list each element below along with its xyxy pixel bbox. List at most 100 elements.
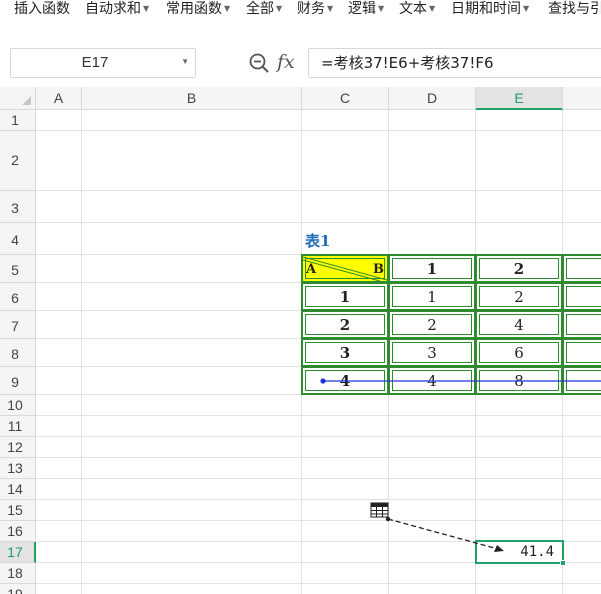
row-number: 7 — [11, 318, 19, 334]
menu-date-time[interactable]: 日期和时间 ▼ — [451, 0, 529, 20]
row-header-9[interactable]: 9 — [0, 367, 36, 395]
table-cell[interactable]: 1 — [388, 282, 476, 311]
cell-text: 2 — [514, 287, 524, 306]
menu-all[interactable]: 全部 ▼ — [246, 0, 282, 20]
column-header-a[interactable]: A — [36, 87, 82, 110]
caret-down-icon: ▼ — [224, 4, 231, 13]
row-header-14[interactable]: 14 — [0, 479, 36, 500]
menu-label: 日期和时间 — [451, 1, 521, 17]
table-row-header[interactable]: 3 — [301, 338, 389, 367]
table-col-header[interactable]: 2 — [475, 254, 563, 283]
row-header-17[interactable]: 17 — [0, 542, 36, 563]
menu-insert-function[interactable]: 插入函数 — [14, 0, 70, 20]
menu-label: 查找与引 — [548, 1, 601, 17]
row-header-6[interactable]: 6 — [0, 283, 36, 311]
table-cell[interactable] — [562, 338, 601, 367]
table-cell[interactable] — [562, 310, 601, 339]
grid-line — [36, 436, 601, 437]
select-all-corner[interactable] — [0, 87, 36, 110]
row-header-16[interactable]: 16 — [0, 521, 36, 542]
ribbon-menu: 插入函数 自动求和 ▼ 常用函数 ▼ 全部 ▼ 财务 ▼ 逻辑 ▼ 文本 ▼ 日期和时间 ▼ … — [0, 0, 601, 22]
column-header-c[interactable]: C — [302, 87, 389, 110]
menu-label: 逻辑 — [348, 1, 376, 17]
cell-reference: E17 — [81, 54, 109, 71]
table-title: 表1 — [305, 232, 331, 250]
table-cell[interactable]: 3 — [388, 338, 476, 367]
cell-text: 1 — [427, 287, 437, 306]
row-header-4[interactable]: 4 — [0, 223, 36, 255]
table-diagonal-header-cell[interactable]: A B — [301, 254, 389, 283]
row-header-12[interactable]: 12 — [0, 437, 36, 458]
cell-text: 4 — [339, 371, 351, 390]
table-row-header[interactable]: 4 — [301, 366, 389, 395]
fx-icon[interactable]: fx — [277, 49, 301, 75]
cell-text: 6 — [514, 343, 524, 362]
row-number: 14 — [7, 481, 23, 497]
grid-line — [36, 190, 601, 191]
column-header-d[interactable]: D — [389, 87, 476, 110]
caret-down-icon: ▼ — [276, 4, 283, 13]
formula-input[interactable]: =考核37!E6+考核37!F6 — [308, 48, 601, 78]
grid-line — [36, 478, 601, 479]
table-cell[interactable]: 4 — [475, 310, 563, 339]
caret-down-icon: ▼ — [378, 4, 385, 13]
caret-down-icon: ▼ — [327, 4, 334, 13]
grid-line — [36, 583, 601, 584]
row-header-7[interactable]: 7 — [0, 311, 36, 339]
row-header-13[interactable]: 13 — [0, 458, 36, 479]
grid-line — [36, 222, 601, 223]
chevron-down-icon[interactable]: ▼ — [181, 57, 189, 66]
row-header-11[interactable]: 11 — [0, 416, 36, 437]
menu-label: 插入函数 — [14, 1, 70, 17]
menu-text[interactable]: 文本 ▼ — [399, 0, 435, 20]
row-number: 3 — [11, 200, 19, 216]
column-header-b[interactable]: B — [82, 87, 302, 110]
spreadsheet-grid: A B C D E 1 2 3 4 5 6 7 8 9 10 11 12 13 … — [0, 87, 601, 594]
menu-finance[interactable]: 财务 ▼ — [297, 0, 333, 20]
row-number: 10 — [7, 397, 23, 413]
row-number: 12 — [7, 439, 23, 455]
row-header-1[interactable]: 1 — [0, 110, 36, 131]
row-header-3[interactable]: 3 — [0, 191, 36, 223]
menu-label: 全部 — [246, 1, 274, 17]
grid-line — [81, 110, 82, 594]
cell-text: 2 — [339, 315, 351, 334]
table-col-header[interactable] — [562, 254, 601, 283]
row-header-8[interactable]: 8 — [0, 339, 36, 367]
caret-down-icon: ▼ — [143, 4, 150, 13]
grid-line — [36, 457, 601, 458]
table-cell[interactable]: 4 — [388, 366, 476, 395]
row-header-19[interactable]: 19 — [0, 584, 36, 594]
row-header-5[interactable]: 5 — [0, 255, 36, 283]
table-cell[interactable]: 8 — [475, 366, 563, 395]
table-cell[interactable]: 2 — [388, 310, 476, 339]
cell-value: 41.4 — [520, 544, 554, 560]
name-box[interactable]: E17 ▼ — [10, 48, 196, 78]
table-cell[interactable] — [562, 282, 601, 311]
table-col-header[interactable]: 1 — [388, 254, 476, 283]
diagonal-header-left: A — [306, 262, 317, 277]
menu-label: 文本 — [399, 1, 427, 17]
table-cell[interactable] — [562, 366, 601, 395]
column-header-e[interactable]: E — [476, 87, 563, 110]
menu-autosum[interactable]: 自动求和 ▼ — [85, 0, 149, 20]
table-cell[interactable]: 2 — [475, 282, 563, 311]
row-header-15[interactable]: 15 — [0, 500, 36, 521]
menu-logic[interactable]: 逻辑 ▼ — [348, 0, 384, 20]
zoom-formula-icon[interactable] — [248, 52, 270, 74]
cell-text: 1 — [339, 287, 351, 306]
fill-handle[interactable] — [560, 560, 566, 566]
row-header-10[interactable]: 10 — [0, 395, 36, 416]
table-row-header[interactable]: 2 — [301, 310, 389, 339]
selected-cell-e17[interactable]: 41.4 — [475, 540, 566, 566]
row-number: 2 — [11, 152, 19, 168]
row-header-18[interactable]: 18 — [0, 563, 36, 584]
table-cell[interactable]: 6 — [475, 338, 563, 367]
menu-common-functions[interactable]: 常用函数 ▼ — [166, 0, 230, 20]
menu-lookup[interactable]: 查找与引 — [548, 0, 601, 20]
row-header-2[interactable]: 2 — [0, 131, 36, 191]
row-number: 9 — [11, 374, 19, 390]
table-row-header[interactable]: 1 — [301, 282, 389, 311]
column-header-f[interactable] — [563, 87, 601, 110]
row-number: 17 — [7, 544, 23, 560]
